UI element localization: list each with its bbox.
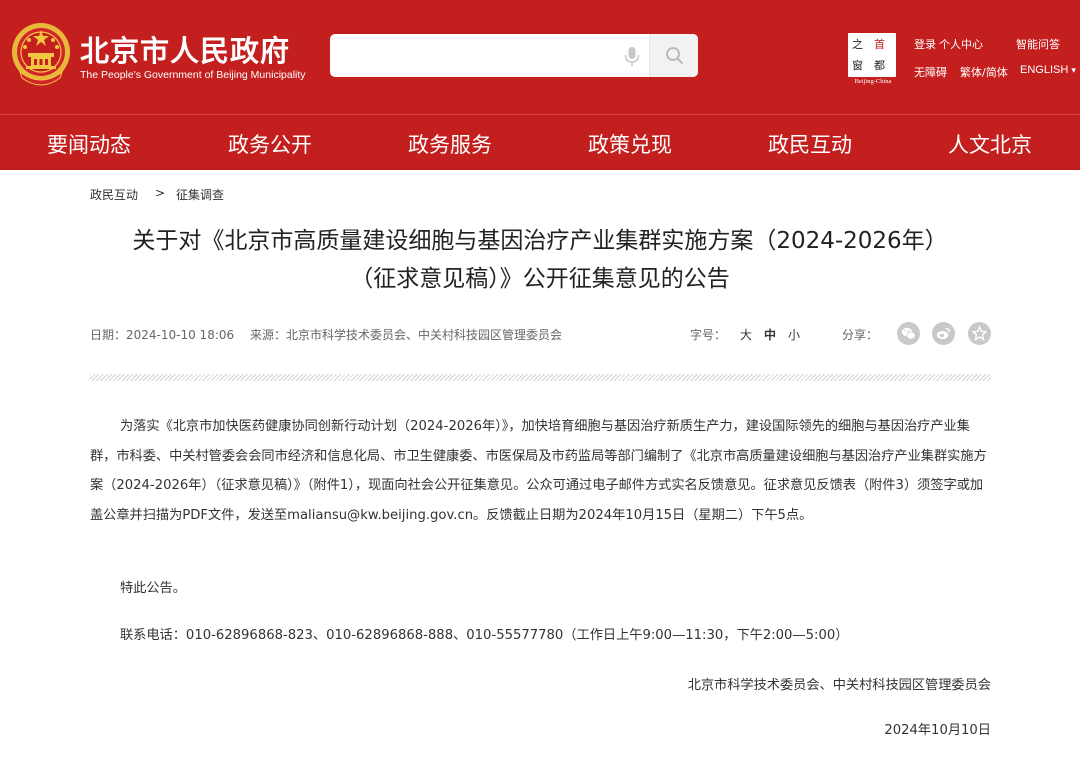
weibo-share-icon[interactable] [932,322,955,345]
closing-line: 特此公告。 [120,581,186,596]
accessibility-link[interactable]: 无障碍 [914,64,947,80]
font-size-large[interactable]: 大 [740,326,752,343]
nav-item-gov-services[interactable]: 政务服务 [408,129,492,159]
star-icon [972,326,987,341]
smart-qa-link[interactable]: 智能问答 [1016,36,1060,52]
font-size-small[interactable]: 小 [788,326,800,343]
capital-logo-char: 窗 [852,59,863,72]
content-divider [90,374,991,381]
search-box [330,34,698,77]
search-icon [666,47,683,64]
main-nav: 要闻动态 政务公开 政务服务 政策兑现 政民互动 人文北京 [0,114,1080,170]
capital-logo-char: 都 [874,59,885,72]
national-emblem-icon[interactable] [10,22,72,88]
capital-logo-en: Beijing-China [854,78,892,85]
article-title-line: 关于对《北京市高质量建设细胞与基因治疗产业集群实施方案（2024-2026年） [132,228,948,254]
breadcrumb-separator: > [155,186,166,200]
breadcrumb-item-interaction[interactable]: 政民互动 [90,186,138,203]
favorite-share-icon[interactable] [968,322,991,345]
breadcrumb-item-survey[interactable]: 征集调查 [176,186,224,203]
font-size-medium[interactable]: 中 [764,326,776,343]
login-link[interactable]: 登录 [914,36,936,52]
publish-date: 日期：2024-10-10 18:06 [90,328,235,342]
contact-phone: 联系电话：010-62896868-823、010-62896868-888、0… [120,628,849,643]
body-paragraph: 为落实《北京市加快医药健康协同创新行动计划（2024-2026年）》，加快培育细… [90,419,987,523]
signature-date: 2024年10月10日 [884,723,991,738]
simplified-traditional-link[interactable]: 繁体/简体 [960,64,1008,80]
article-source: 来源：北京市科学技术委员会、中关村科技园区管理委员会 [250,328,563,342]
article-title-line: （征求意见稿）》公开征集意见的公告 [350,266,730,292]
capital-window-logo[interactable]: 之 首 窗 都 Beijing-China [848,33,898,87]
personal-center-link[interactable]: 个人中心 [939,36,983,52]
nav-item-policy[interactable]: 政策兑现 [588,129,672,159]
capital-logo-char: 之 [852,38,863,51]
site-title[interactable]: 北京市人民政府 [80,28,290,70]
wechat-share-icon[interactable] [897,322,920,345]
nav-item-gov-affairs[interactable]: 政务公开 [228,129,312,159]
english-link[interactable]: ENGLISH ▾ [1020,64,1076,76]
capital-logo-box: 之 首 窗 都 [848,33,896,77]
weibo-icon [936,327,951,339]
signature-org: 北京市科学技术委员会、中关村科技园区管理委员会 [687,678,991,693]
wechat-icon [901,327,916,340]
site-header: 北京市人民政府 The People's Government of Beiji… [0,0,1080,114]
nav-item-interaction[interactable]: 政民互动 [768,129,852,159]
microphone-icon[interactable] [622,45,642,67]
site-subtitle: The People's Government of Beijing Munic… [80,69,306,81]
chevron-down-icon: ▾ [1071,65,1076,75]
nav-item-culture[interactable]: 人文北京 [948,129,1032,159]
font-size-label: 字号： [690,328,727,342]
capital-logo-char: 首 [874,38,885,51]
search-button[interactable] [649,34,698,77]
english-link-label: ENGLISH [1020,64,1069,76]
article-title: 关于对《北京市高质量建设细胞与基因治疗产业集群实施方案（2024-2026年） … [90,222,990,298]
nav-item-news[interactable]: 要闻动态 [47,129,131,159]
share-label: 分享： [842,328,879,342]
search-input[interactable] [330,34,620,77]
